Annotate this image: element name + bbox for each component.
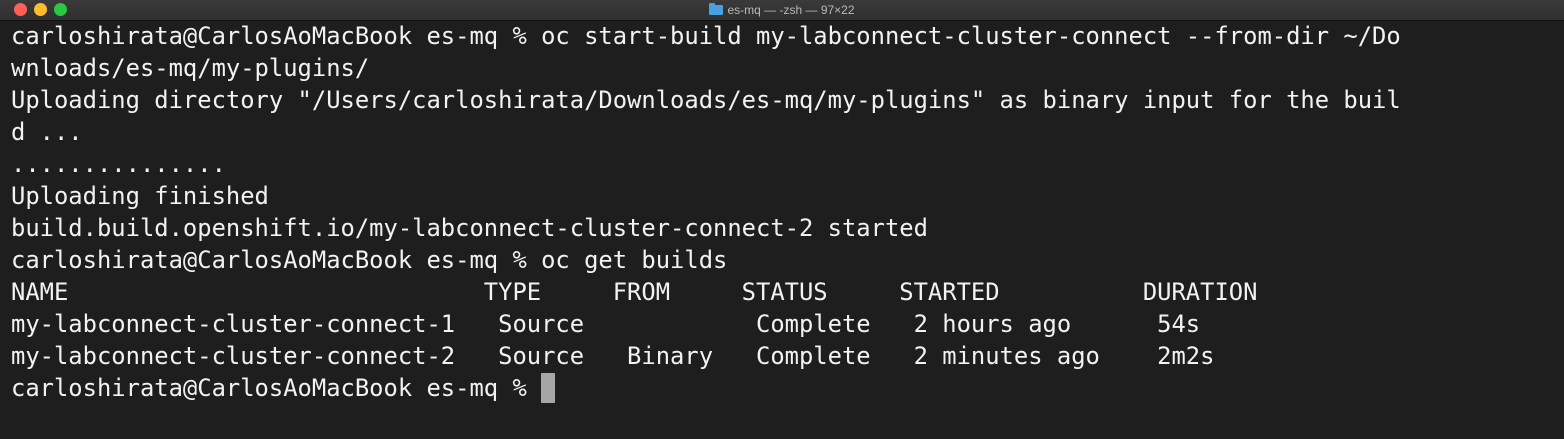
prompt-line[interactable]: carloshirata@CarlosAoMacBook es-mq %	[11, 372, 1564, 404]
terminal-line: wnloads/es-mq/my-plugins/	[11, 54, 370, 82]
terminal-window: es-mq — -zsh — 97×22 carloshirata@Carlos…	[0, 0, 1564, 439]
title-bar[interactable]: es-mq — -zsh — 97×22	[0, 0, 1564, 21]
table-row: my-labconnect-cluster-connect-2 Source B…	[11, 342, 1215, 370]
table-header-row: NAME TYPE FROM STATUS STARTED DURATION	[11, 278, 1258, 306]
terminal-line: carloshirata@CarlosAoMacBook es-mq % oc …	[11, 22, 1401, 50]
terminal-line: d ...	[11, 118, 83, 146]
terminal-line: Uploading directory "/Users/carloshirata…	[11, 86, 1401, 114]
prompt: carloshirata@CarlosAoMacBook es-mq %	[11, 374, 542, 402]
terminal-line: Uploading finished	[11, 182, 269, 210]
cursor	[541, 373, 556, 403]
window-title: es-mq — -zsh — 97×22	[727, 3, 855, 17]
terminal-line: build.build.openshift.io/my-labconnect-c…	[11, 214, 928, 242]
folder-icon	[709, 3, 724, 15]
terminal-line: carloshirata@CarlosAoMacBook es-mq % oc …	[11, 246, 728, 274]
terminal-content[interactable]: carloshirata@CarlosAoMacBook es-mq % oc …	[11, 20, 1564, 404]
table-row: my-labconnect-cluster-connect-1 Source C…	[11, 310, 1201, 338]
window-title-area: es-mq — -zsh — 97×22	[0, 0, 1564, 20]
terminal-line: ...............	[11, 150, 226, 178]
